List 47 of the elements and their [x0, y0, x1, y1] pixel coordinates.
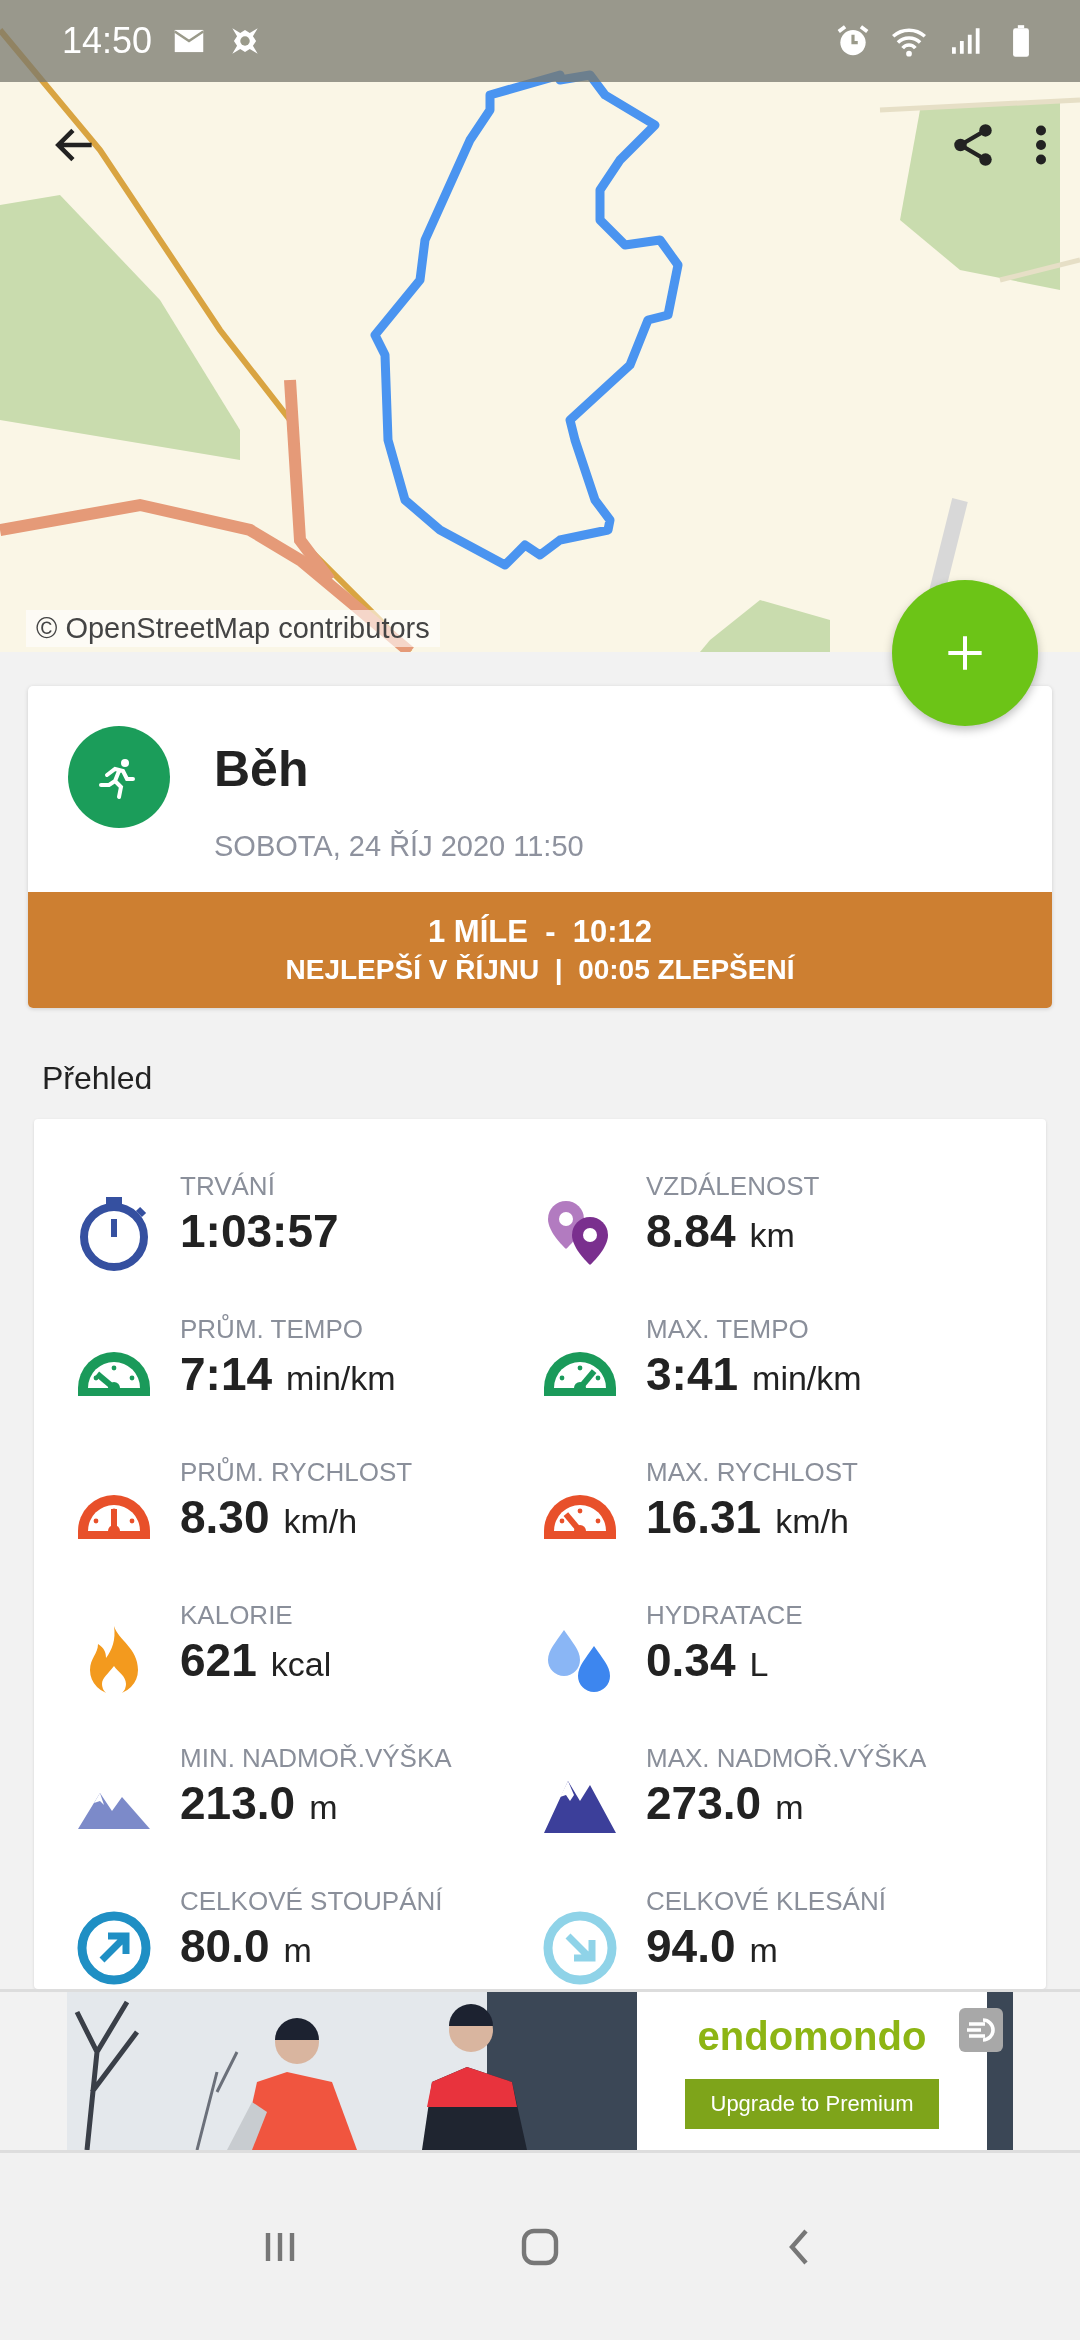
brand-logo: endomondo [697, 2013, 927, 2059]
ad-icon[interactable] [957, 2006, 1005, 2054]
stat-unit: km/h [775, 1502, 849, 1541]
stat-label: CELKOVÉ STOUPÁNÍ [180, 1886, 443, 1917]
stat-unit: m [283, 1931, 312, 1970]
stat-value: 273.0 [646, 1776, 762, 1830]
map-attribution: © OpenStreetMap contributors [26, 610, 440, 647]
record-line: 1 MÍLE - 10:12 [428, 914, 652, 950]
stat-value: 8.84 [646, 1204, 736, 1258]
stat-label: KALORIE [180, 1600, 294, 1631]
stat-label: MIN. NADMOŘ.VÝŠKA [180, 1743, 452, 1774]
stat-label: MAX. NADMOŘ.VÝŠKA [646, 1743, 927, 1774]
stat-label: VZDÁLENOST [646, 1171, 820, 1202]
record-detail: NEJLEPŠÍ V ŘÍJNU | 00:05 ZLEPŠENÍ [285, 954, 795, 986]
stat-label: CELKOVÉ KLESÁNÍ [646, 1886, 886, 1917]
stat-unit: m [309, 1788, 338, 1827]
stat-label: MAX. TEMPO [646, 1314, 810, 1345]
plus-icon [945, 633, 985, 673]
ad-banner[interactable]: endomondo Upgrade to Premium [67, 1992, 1013, 2150]
stat-value: 621 [180, 1633, 257, 1687]
stat-unit: km/h [283, 1502, 358, 1541]
stat-value: 3:41 [646, 1347, 739, 1401]
activity-date: SOBOTA, 24 ŘÍJ 2020 11:50 [214, 830, 584, 863]
stat-unit: kcal [270, 1645, 332, 1684]
stat-unit: km [749, 1216, 795, 1255]
stat-value: 1:03:57 [180, 1204, 339, 1258]
stat-label: TRVÁNÍ [180, 1171, 276, 1202]
stat-value: 16.31 [646, 1490, 762, 1544]
stat-label: HYDRATACE [646, 1600, 803, 1631]
stat-value: 94.0 [646, 1919, 736, 1973]
stat-unit: min/km [286, 1359, 396, 1398]
upgrade-button[interactable]: Upgrade to Premium [684, 2078, 940, 2129]
stat-label: PRŮM. RYCHLOST [180, 1457, 413, 1488]
section-title: Přehled [42, 1060, 154, 1097]
stat-value: 0.34 [646, 1633, 736, 1687]
stat-value: 80.0 [180, 1919, 270, 1973]
stat-label: PRŮM. TEMPO [180, 1314, 364, 1345]
status-time: 14:50 [62, 20, 153, 62]
stat-unit: L [749, 1645, 769, 1684]
stat-value: 213.0 [180, 1776, 296, 1830]
stat-value: 8.30 [180, 1490, 270, 1544]
stat-unit: m [749, 1931, 778, 1970]
stat-unit: min/km [752, 1359, 862, 1398]
stat-unit: m [775, 1788, 804, 1827]
stat-value: 7:14 [180, 1347, 273, 1401]
activity-title: Běh [214, 740, 310, 798]
stat-label: MAX. RYCHLOST [646, 1457, 858, 1488]
